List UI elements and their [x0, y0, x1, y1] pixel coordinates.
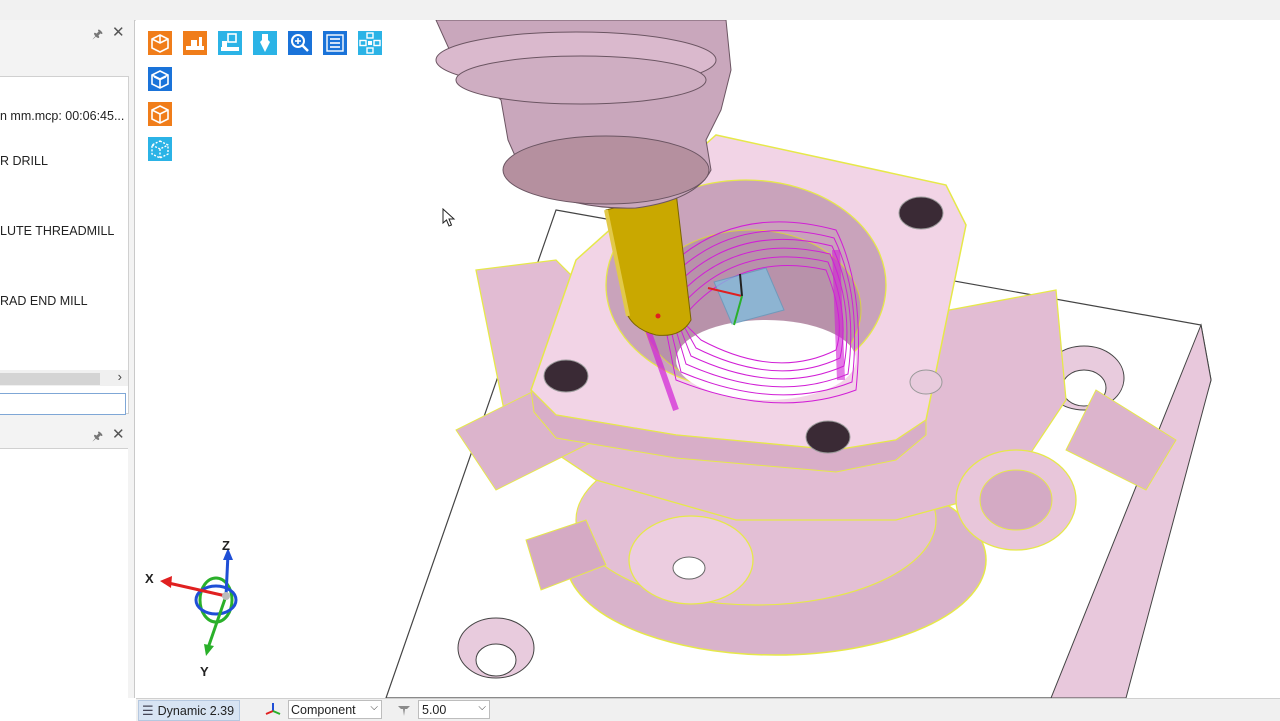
tool-button[interactable]	[250, 28, 280, 58]
pin-tool-icon	[398, 706, 410, 716]
tool-icon	[253, 31, 277, 55]
cube-outline-icon	[148, 67, 172, 91]
status-bar: ☰ Dynamic 2.39 Component ⌵ 5.00 ⌵	[136, 698, 1280, 721]
depth-value-text: 5.00	[422, 702, 447, 717]
axis-label-x: X	[145, 571, 154, 586]
pin-icon[interactable]: 🖈︎	[92, 427, 103, 448]
component-select-value: Component	[291, 702, 356, 717]
transparent-cube-icon	[148, 137, 172, 161]
chevron-right-icon[interactable]: ›	[118, 369, 122, 384]
axes-button[interactable]	[355, 28, 385, 58]
view-stock-button[interactable]	[145, 99, 175, 129]
axis-label-y: Y	[200, 664, 209, 679]
zoom-in-icon	[288, 31, 312, 55]
scrollbar-thumb[interactable]	[0, 373, 100, 385]
plate-hole	[457, 617, 535, 679]
view-gnomon: X Z Y	[145, 538, 246, 680]
view-transparent-button[interactable]	[145, 134, 175, 164]
cube-icon	[148, 102, 172, 126]
depth-value-input[interactable]: 5.00 ⌵	[418, 700, 490, 719]
machine-button[interactable]	[180, 28, 210, 58]
tool-holder	[435, 20, 732, 209]
tree-item-endmill[interactable]: RAD END MILL	[0, 294, 126, 308]
machine-icon	[218, 31, 242, 55]
tree-item-threadmill[interactable]: LUTE THREADMILL	[0, 224, 126, 238]
operations-panel-header: 🖈︎ ✕	[0, 22, 134, 44]
dynamic-status-button[interactable]: ☰ Dynamic 2.39	[138, 700, 240, 721]
close-icon[interactable]: ✕	[112, 23, 125, 41]
chevron-down-icon: ⌵	[370, 702, 378, 713]
mouse-cursor-icon	[442, 208, 456, 227]
operations-manager-panel: 🖈︎ ✕ n mm.mcp: 00:06:45... R DRILL LUTE …	[0, 20, 135, 699]
component-select[interactable]: Component ⌵	[288, 700, 382, 719]
view-workpiece-button[interactable]	[145, 64, 175, 94]
title-strip	[0, 0, 1280, 21]
cube-icon	[148, 31, 172, 55]
tree-item-drill[interactable]: R DRILL	[0, 154, 126, 168]
tree-item-machine-group[interactable]: n mm.mcp: 00:06:45...	[0, 109, 126, 123]
graphics-viewport[interactable]: X Z Y	[136, 20, 1280, 698]
second-panel-body	[0, 448, 128, 699]
horizontal-scrollbar[interactable]: ›	[0, 369, 128, 386]
axis-label-z: Z	[222, 538, 230, 553]
move-axes-icon	[358, 31, 382, 55]
dynamic-status-text: Dynamic 2.39	[157, 703, 235, 718]
pin-icon[interactable]: 🖈︎	[92, 25, 103, 46]
machine-sim-button[interactable]	[215, 28, 245, 58]
menu-lines-icon: ☰	[142, 702, 154, 718]
chevron-down-icon: ⌵	[478, 702, 486, 713]
component-axes-icon	[265, 703, 281, 715]
zoom-button[interactable]	[285, 28, 315, 58]
axes-triad-icon	[160, 548, 238, 656]
operations-tree[interactable]: n mm.mcp: 00:06:45... R DRILL LUTE THREA…	[0, 76, 129, 415]
second-panel-header: 🖈︎ ✕	[0, 424, 134, 446]
simulation-scene	[385, 20, 1212, 698]
list-icon	[323, 31, 347, 55]
tree-insert-arrow[interactable]	[0, 393, 126, 415]
stock-model-button[interactable]	[145, 28, 175, 58]
close-icon[interactable]: ✕	[112, 425, 125, 443]
list-button[interactable]	[320, 28, 350, 58]
machine-table-icon	[183, 31, 207, 55]
